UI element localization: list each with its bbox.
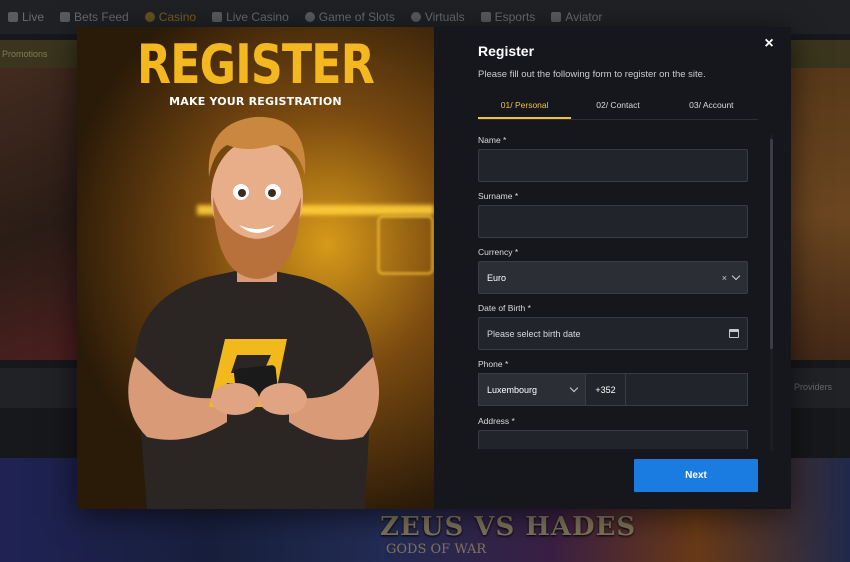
currency-label: Currency *: [478, 247, 519, 257]
form-title: Register: [478, 43, 535, 59]
dob-label: Date of Birth *: [478, 303, 531, 313]
surname-input[interactable]: [478, 205, 748, 238]
register-illustration: REGISTER MAKE YOUR REGISTRATION: [77, 27, 434, 509]
register-modal: REGISTER MAKE YOUR REGISTRATION × Regist…: [77, 27, 791, 509]
chevron-down-icon: [569, 383, 579, 393]
address-label: Address *: [478, 416, 515, 426]
form-fields: Name * Surname * Currency * Euro × Date …: [478, 135, 763, 449]
next-button[interactable]: Next: [634, 459, 758, 492]
currency-value: Euro: [487, 272, 507, 283]
form-description: Please fill out the following form to re…: [478, 69, 706, 80]
currency-select[interactable]: Euro ×: [478, 261, 748, 294]
tab-account[interactable]: 03/ Account: [665, 93, 758, 119]
phone-country-value: Luxembourg: [487, 384, 538, 395]
phone-field-group: Phone * Luxembourg +352: [478, 359, 748, 406]
clear-icon[interactable]: ×: [722, 273, 727, 283]
calendar-icon[interactable]: [729, 329, 739, 338]
name-label: Name *: [478, 135, 507, 145]
dob-field-group: Date of Birth * Please select birth date: [478, 303, 748, 350]
phone-label: Phone *: [478, 359, 509, 369]
address-input[interactable]: [478, 430, 748, 449]
dob-placeholder: Please select birth date: [487, 328, 581, 339]
register-form-panel: × Register Please fill out the following…: [434, 27, 791, 509]
currency-field-group: Currency * Euro ×: [478, 247, 748, 294]
illustration-subtitle: MAKE YOUR REGISTRATION: [169, 95, 342, 108]
phone-input-row: Luxembourg +352: [478, 373, 748, 406]
phone-country-select[interactable]: Luxembourg: [478, 373, 586, 406]
tab-personal[interactable]: 01/ Personal: [478, 93, 572, 119]
surname-label: Surname *: [478, 191, 519, 201]
phone-number-input[interactable]: [626, 373, 748, 406]
address-field-group: Address *: [478, 416, 748, 449]
registration-steps: 01/ Personal 02/ Contact 03/ Account: [478, 93, 758, 120]
name-field-group: Name *: [478, 135, 748, 182]
tab-contact[interactable]: 02/ Contact: [571, 93, 664, 119]
name-input[interactable]: [478, 149, 748, 182]
close-icon[interactable]: ×: [761, 36, 777, 52]
select-controls: ×: [722, 271, 741, 283]
form-scrollbar-thumb[interactable]: [770, 139, 773, 349]
chevron-down-icon[interactable]: [731, 271, 741, 281]
surname-field-group: Surname *: [478, 191, 748, 238]
dob-picker[interactable]: Please select birth date: [478, 317, 748, 350]
phone-dial-code: +352: [586, 373, 626, 406]
illustration-title: REGISTER: [136, 33, 375, 96]
